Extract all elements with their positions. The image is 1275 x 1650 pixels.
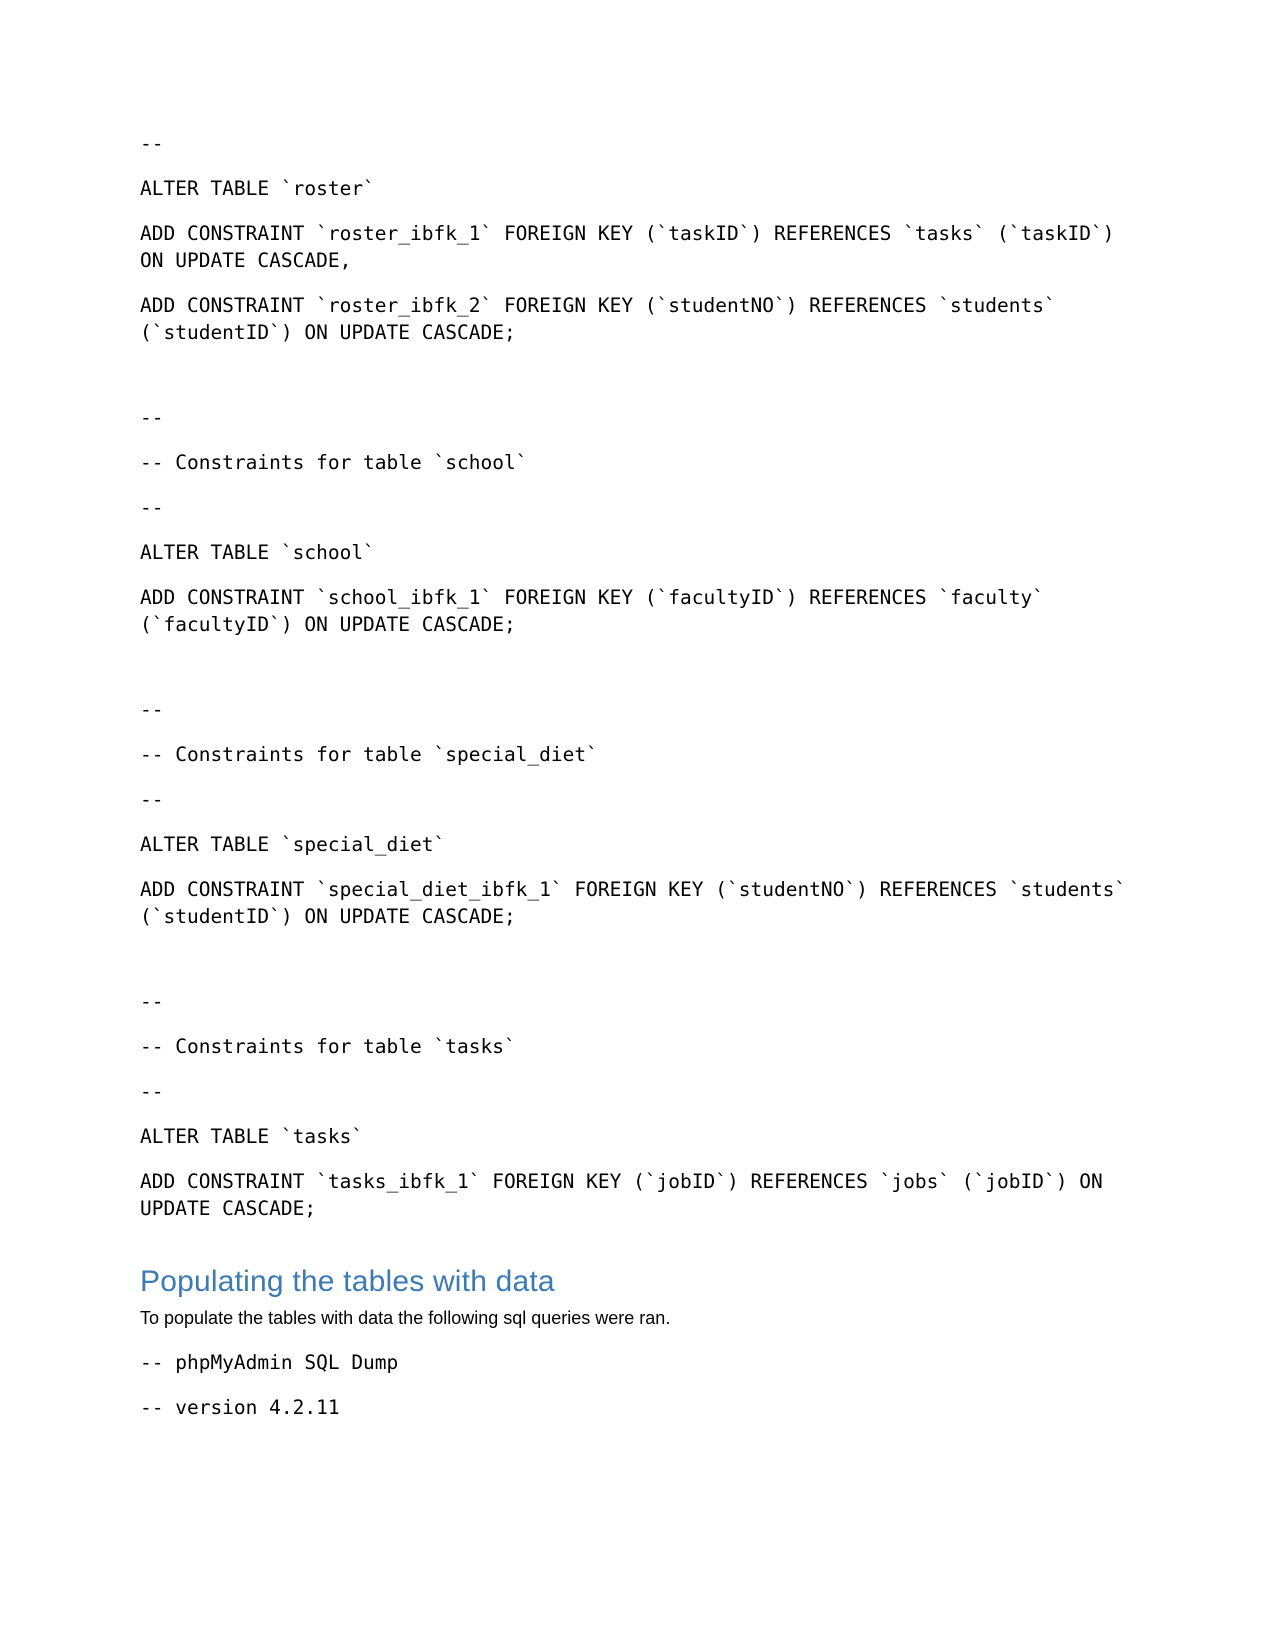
code-line: -- <box>140 788 164 811</box>
code-line: ADD CONSTRAINT `special_diet_ibfk_1` FOR… <box>140 878 1138 928</box>
code-line-comment: -- Constraints for table `tasks` <box>140 1035 516 1058</box>
document-page: -- ALTER TABLE `roster` ADD CONSTRAINT `… <box>0 0 1275 1650</box>
code-line: -- version 4.2.11 <box>140 1396 340 1419</box>
code-line: -- <box>140 496 164 519</box>
body-paragraph: To populate the tables with data the fol… <box>140 1308 671 1328</box>
document-body: -- ALTER TABLE `roster` ADD CONSTRAINT `… <box>140 130 1135 1421</box>
code-line: -- <box>140 990 164 1013</box>
code-line: ADD CONSTRAINT `roster_ibfk_2` FOREIGN K… <box>140 294 1068 344</box>
code-line: -- <box>140 406 164 429</box>
code-line: ALTER TABLE `school` <box>140 541 375 564</box>
code-line: -- <box>140 1080 164 1103</box>
code-line: ALTER TABLE `tasks` <box>140 1125 364 1148</box>
code-line: ALTER TABLE `roster` <box>140 177 375 200</box>
section-heading: Populating the tables with data <box>140 1265 555 1298</box>
code-line: ADD CONSTRAINT `school_ibfk_1` FOREIGN K… <box>140 586 1056 636</box>
code-line-comment: -- Constraints for table `special_diet` <box>140 743 598 766</box>
code-line: -- phpMyAdmin SQL Dump <box>140 1351 399 1374</box>
code-line: ALTER TABLE `special_diet` <box>140 833 446 856</box>
code-line: ADD CONSTRAINT `tasks_ibfk_1` FOREIGN KE… <box>140 1170 1115 1220</box>
code-line: -- <box>140 698 164 721</box>
code-line-comment: -- Constraints for table `school` <box>140 451 528 474</box>
code-line: ADD CONSTRAINT `roster_ibfk_1` FOREIGN K… <box>140 222 1127 272</box>
code-line: -- <box>140 132 164 155</box>
